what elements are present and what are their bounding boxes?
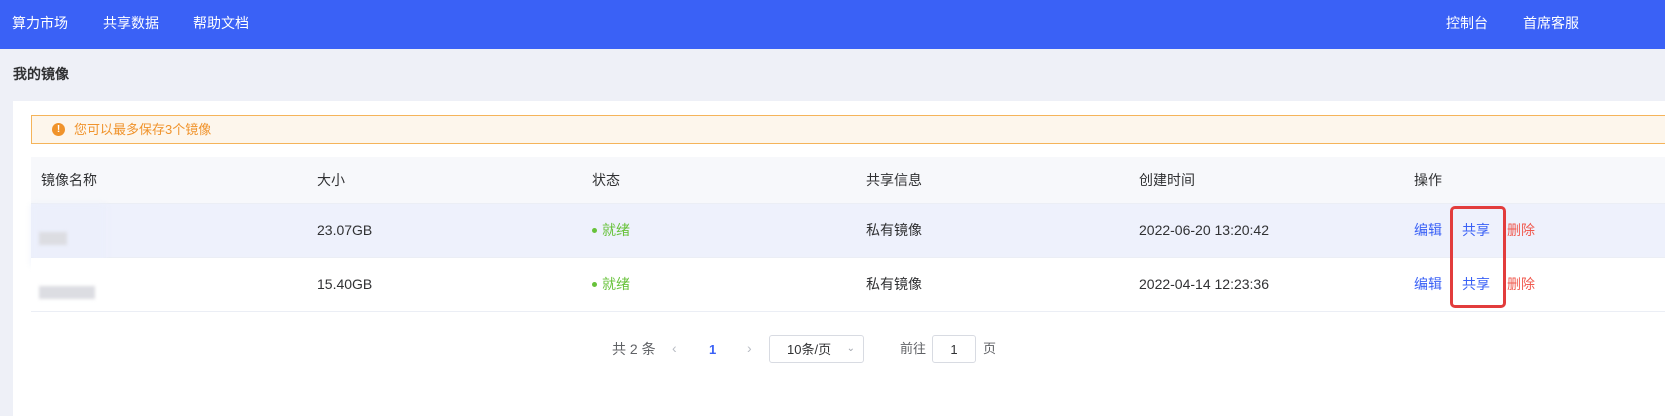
nav-shared-data[interactable]: 共享数据 (103, 14, 159, 32)
header-created-time: 创建时间 (1139, 172, 1195, 188)
row-share-info: 私有镜像 (866, 276, 922, 292)
row-status: 就绪 (592, 222, 630, 239)
header-status: 状态 (592, 172, 620, 188)
row-status: 就绪 (592, 276, 630, 293)
table-row: 23.07GB 就绪 私有镜像 2022-06-20 13:20:42 编辑 共… (31, 204, 1665, 266)
status-dot-icon (592, 227, 597, 233)
next-page-icon[interactable]: › (747, 340, 752, 357)
nav-support[interactable]: 首席客服 (1523, 14, 1579, 32)
alert-text: 您可以最多保存3个镜像 (74, 122, 212, 137)
blurred-image-name (39, 286, 95, 299)
row-share-info: 私有镜像 (866, 222, 922, 238)
nav-compute-market[interactable]: 算力市场 (12, 14, 68, 32)
row-status-text: 就绪 (602, 222, 630, 238)
nav-help-docs[interactable]: 帮助文档 (193, 14, 249, 32)
header-share-info: 共享信息 (866, 172, 922, 188)
table-row: 15.40GB 就绪 私有镜像 2022-04-14 12:23:36 编辑 共… (31, 258, 1665, 312)
top-navbar: 算力市场 共享数据 帮助文档 控制台 首席客服 (0, 0, 1665, 49)
blurred-image-name (39, 232, 67, 245)
nav-console[interactable]: 控制台 (1446, 14, 1488, 32)
row-created-time: 2022-04-14 12:23:36 (1139, 276, 1269, 292)
delete-button[interactable]: 删除 (1507, 276, 1535, 293)
info-alert: ! 您可以最多保存3个镜像 (31, 115, 1665, 144)
warning-icon: ! (52, 123, 65, 136)
page-size-value: 10条/页 (787, 342, 832, 357)
row-size: 15.40GB (317, 276, 373, 292)
row-created-time: 2022-06-20 13:20:42 (1139, 222, 1269, 238)
goto-label: 前往 (900, 341, 927, 356)
goto-unit: 页 (983, 341, 997, 356)
edit-button[interactable]: 编辑 (1414, 276, 1442, 293)
share-button[interactable]: 共享 (1462, 222, 1490, 239)
edit-button[interactable]: 编辑 (1414, 222, 1442, 239)
prev-page-icon[interactable]: ‹ (672, 340, 677, 357)
header-image-name: 镜像名称 (41, 172, 97, 188)
header-actions: 操作 (1414, 172, 1442, 188)
page-number-current[interactable]: 1 (709, 341, 716, 358)
pagination-total: 共 2 条 (612, 341, 656, 357)
page-size-select[interactable]: 10条/页 ⌄ (769, 335, 864, 363)
share-button[interactable]: 共享 (1462, 276, 1490, 293)
row-status-text: 就绪 (602, 276, 630, 292)
table-header: 镜像名称 大小 状态 共享信息 创建时间 操作 (31, 157, 1665, 204)
goto-page-input[interactable] (932, 335, 976, 363)
status-dot-icon (592, 281, 597, 287)
row-size: 23.07GB (317, 222, 373, 238)
chevron-down-icon: ⌄ (846, 343, 855, 354)
header-size: 大小 (317, 172, 345, 188)
page-title: 我的镜像 (13, 66, 69, 82)
delete-button[interactable]: 删除 (1507, 222, 1535, 239)
